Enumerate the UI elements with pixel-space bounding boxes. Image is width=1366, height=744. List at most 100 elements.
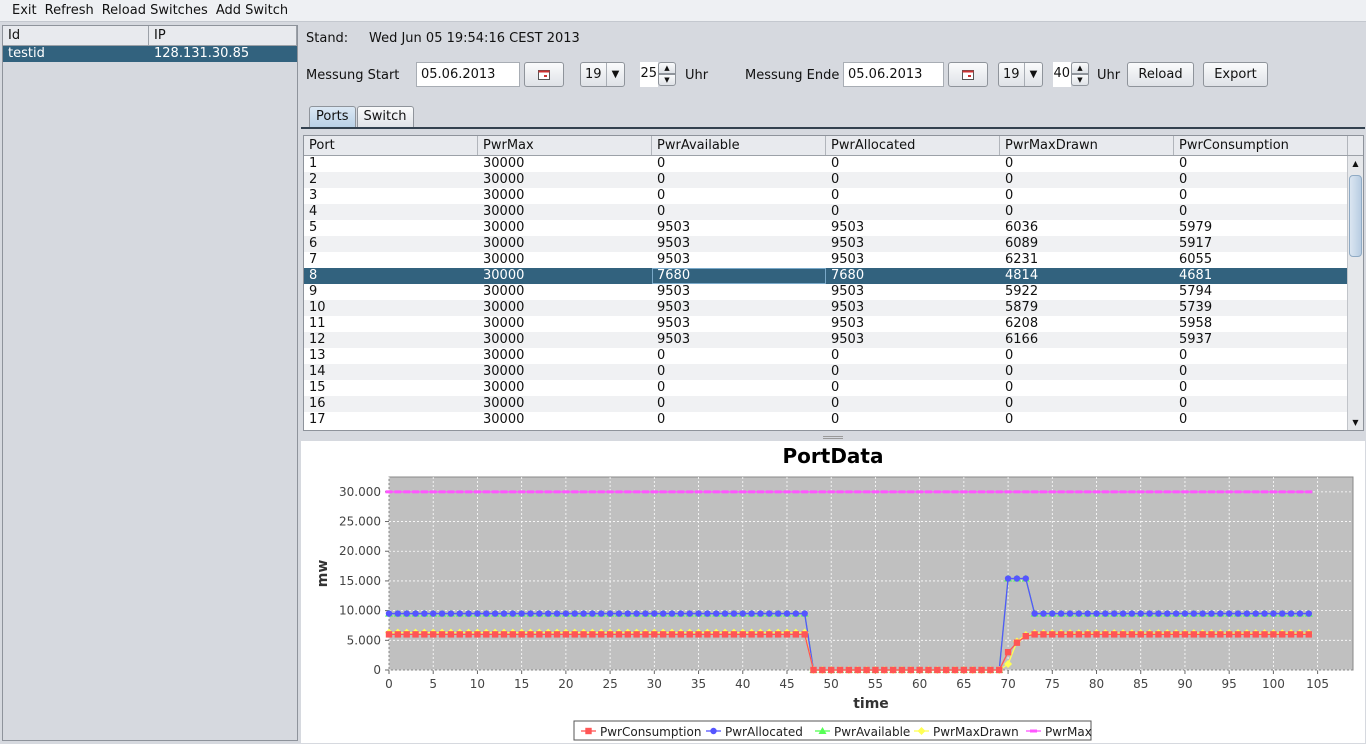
cell-pwrmax: 30000 <box>483 300 525 315</box>
cell-pwrconsumption: 0 <box>1179 348 1188 363</box>
series-pwrconsumption-point <box>1093 631 1100 638</box>
x-tick-label: 20 <box>558 677 573 691</box>
series-pwrallocated-point <box>447 610 455 617</box>
ports-table-scrollbar[interactable]: ▲ ▼ <box>1347 156 1363 430</box>
cell-port: 1 <box>309 156 318 171</box>
end-calendar-button[interactable] <box>948 62 988 87</box>
start-hour-select[interactable]: 19 ▼ <box>580 62 625 87</box>
series-pwrmax-point <box>748 490 756 494</box>
table-row[interactable]: 13 30000 0 0 0 0 <box>304 348 1363 364</box>
start-minute-spinner[interactable]: 25 ▲ ▼ <box>640 62 676 87</box>
table-row[interactable]: 6 30000 9503 9503 6089 5917 <box>304 236 1363 252</box>
splitter-grip[interactable] <box>823 436 843 439</box>
x-tick-label: 5 <box>429 677 437 691</box>
series-pwrconsumption-point <box>1111 631 1118 638</box>
cell-port: 4 <box>309 204 318 219</box>
cell-pwrmaxdrawn: 4814 <box>1005 268 1039 283</box>
series-pwrallocated-point <box>1137 610 1144 617</box>
series-pwrmax-point <box>615 490 623 494</box>
end-hour-select[interactable]: 19 ▼ <box>998 62 1043 87</box>
series-pwrmax-point <box>562 490 570 494</box>
column-header-pwrmax[interactable]: PwrMax <box>478 136 652 155</box>
cell-pwrconsumption: 0 <box>1179 380 1188 395</box>
table-row[interactable]: 1 30000 0 0 0 0 <box>304 156 1363 172</box>
series-pwrallocated-point <box>748 610 755 617</box>
y-tick-label: 0 <box>373 663 381 677</box>
cell-pwravailable: 0 <box>657 348 666 363</box>
spinner-up-icon[interactable]: ▲ <box>658 62 676 74</box>
cell-pwravailable: 9503 <box>657 316 691 331</box>
column-header-pwrmaxdrawn[interactable]: PwrMaxDrawn <box>1000 136 1174 155</box>
reload-button[interactable]: Reload <box>1127 62 1194 87</box>
series-pwrconsumption-point <box>447 631 455 638</box>
x-tick-label: 75 <box>1045 677 1060 691</box>
cell-port: 17 <box>309 412 326 427</box>
switch-row-selected[interactable]: testid 128.131.30.85 <box>3 46 297 62</box>
table-row[interactable]: 15 30000 0 0 0 0 <box>304 380 1363 396</box>
table-row[interactable]: 16 30000 0 0 0 0 <box>304 396 1363 412</box>
spinner-up-icon[interactable]: ▲ <box>1071 62 1089 74</box>
start-date-field[interactable]: 05.06.2013 <box>416 62 520 87</box>
series-pwrmax-point <box>606 490 614 494</box>
series-pwrconsumption-point <box>1066 631 1074 638</box>
series-pwrconsumption-point <box>677 631 685 638</box>
table-row[interactable]: 2 30000 0 0 0 0 <box>304 172 1363 188</box>
menu-reload-switches[interactable]: Reload Switches <box>98 0 212 22</box>
start-calendar-button[interactable] <box>524 62 564 87</box>
series-pwrallocated-point <box>1217 610 1224 617</box>
end-date-field[interactable]: 05.06.2013 <box>843 62 944 87</box>
end-minute-value[interactable]: 40 <box>1053 62 1071 87</box>
series-pwrallocated-point <box>412 610 419 617</box>
column-header-id[interactable]: Id <box>3 26 149 45</box>
table-row[interactable]: 9 30000 9503 9503 5922 5794 <box>304 284 1363 300</box>
menu-refresh[interactable]: Refresh <box>41 0 98 22</box>
table-row[interactable]: 12 30000 9503 9503 6166 5937 <box>304 332 1363 348</box>
table-row[interactable]: 3 30000 0 0 0 0 <box>304 188 1363 204</box>
series-pwrmax-point <box>1252 490 1260 494</box>
spinner-down-icon[interactable]: ▼ <box>1071 74 1089 86</box>
column-header-port[interactable]: Port <box>304 136 478 155</box>
scroll-thumb[interactable] <box>1349 175 1362 257</box>
table-row[interactable]: 17 30000 0 0 0 0 <box>304 412 1363 428</box>
tab-ports[interactable]: Ports <box>309 106 356 128</box>
table-row[interactable]: 14 30000 0 0 0 0 <box>304 364 1363 380</box>
series-pwrallocated-point <box>704 610 711 617</box>
table-row[interactable]: 4 30000 0 0 0 0 <box>304 204 1363 220</box>
start-minute-value[interactable]: 25 <box>640 62 658 87</box>
export-button[interactable]: Export <box>1203 62 1268 87</box>
cell-pwrconsumption: 0 <box>1179 364 1188 379</box>
scroll-down-icon[interactable]: ▼ <box>1348 415 1363 430</box>
series-pwrallocated-point <box>1102 610 1109 617</box>
table-row[interactable]: 5 30000 9503 9503 6036 5979 <box>304 220 1363 236</box>
series-pwrmax-point <box>641 490 649 494</box>
x-tick-label: 65 <box>956 677 971 691</box>
table-row[interactable]: 8 30000 7680 7680 4814 4681 <box>304 268 1363 284</box>
series-pwrconsumption-point <box>394 631 402 638</box>
table-row[interactable]: 10 30000 9503 9503 5879 5739 <box>304 300 1363 316</box>
cell-pwrconsumption: 0 <box>1179 172 1188 187</box>
table-row[interactable]: 7 30000 9503 9503 6231 6055 <box>304 252 1363 268</box>
cell-pwravailable: 9503 <box>657 300 691 315</box>
cell-pwrmax: 30000 <box>483 204 525 219</box>
table-row[interactable]: 11 30000 9503 9503 6208 5958 <box>304 316 1363 332</box>
split-pane-divider[interactable] <box>301 433 1365 441</box>
scroll-up-icon[interactable]: ▲ <box>1348 156 1363 171</box>
series-pwrmax-point <box>1146 490 1154 494</box>
cell-pwrmaxdrawn: 0 <box>1005 172 1014 187</box>
menu-exit[interactable]: Exit <box>8 0 41 22</box>
series-pwrallocated-point <box>385 610 393 617</box>
cell-port: 8 <box>309 268 318 283</box>
cell-pwravailable: 0 <box>657 396 666 411</box>
column-header-pwravailable[interactable]: PwrAvailable <box>652 136 826 155</box>
tab-switch[interactable]: Switch <box>356 106 414 128</box>
series-pwrmax-point <box>1022 490 1030 494</box>
column-header-pwrconsumption[interactable]: PwrConsumption <box>1174 136 1348 155</box>
menu-add-switch[interactable]: Add Switch <box>212 0 292 22</box>
end-minute-spinner[interactable]: 40 ▲ ▼ <box>1053 62 1089 87</box>
x-tick-label: 35 <box>691 677 706 691</box>
series-pwrconsumption-point <box>1022 632 1029 640</box>
column-header-pwrallocated[interactable]: PwrAllocated <box>826 136 1000 155</box>
cell-pwrmax: 30000 <box>483 348 525 363</box>
column-header-ip[interactable]: IP <box>149 26 297 45</box>
spinner-down-icon[interactable]: ▼ <box>658 74 676 86</box>
